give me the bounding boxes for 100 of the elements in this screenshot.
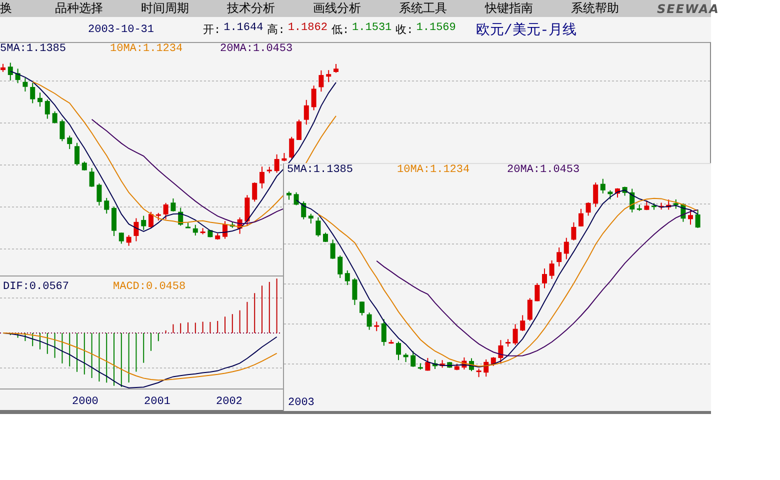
candlestick [476, 368, 482, 378]
moving-average-label: 20MA:1.0453 [507, 164, 581, 176]
candlestick [695, 209, 700, 228]
moving-average-label: 10MA:1.1234 [110, 43, 184, 55]
candlestick [410, 350, 416, 368]
candlestick [274, 154, 280, 174]
quote-value: 1.1644 [224, 22, 264, 36]
candlestick [304, 99, 309, 126]
candlestick [542, 268, 547, 289]
candlestick [564, 237, 569, 260]
candlestick [344, 270, 350, 286]
candlestick [330, 239, 336, 260]
menu-item[interactable]: 系统工具 [399, 0, 485, 17]
candlestick [512, 324, 518, 346]
candlestick [252, 182, 258, 202]
candlestick [549, 260, 554, 280]
menu-item[interactable]: 系统帮助 [571, 0, 657, 17]
candlestick [571, 222, 576, 241]
candlestick [134, 218, 139, 242]
quote-value: 1.1862 [288, 22, 328, 36]
candlestick [30, 82, 36, 104]
quote-label: 收: [396, 23, 414, 37]
moving-average-label: 5MA:1.1385 [0, 43, 68, 55]
candlestick [74, 142, 80, 166]
candlestick [141, 215, 146, 230]
candlestick [222, 220, 228, 240]
candlestick [334, 64, 338, 74]
candlestick [403, 352, 408, 363]
moving-average-label: 20MA:1.0453 [220, 43, 294, 55]
candlestick [658, 202, 664, 210]
candlestick [200, 228, 206, 235]
candlestick [323, 232, 328, 243]
candlestick [388, 339, 394, 344]
candlestick [622, 186, 628, 196]
candlestick [112, 206, 116, 236]
candlestick [230, 221, 235, 228]
candlestick [178, 207, 184, 226]
year-label: 2002 [216, 396, 244, 408]
candlestick [126, 234, 132, 246]
candlestick [374, 321, 380, 332]
candlestick [636, 204, 642, 212]
menu-item[interactable]: 技术分析 [227, 0, 313, 17]
candlestick [498, 340, 504, 364]
candlestick [556, 246, 562, 267]
candlestick [490, 356, 496, 366]
date-label: 2003-10-31 [88, 24, 156, 36]
candlestick [630, 188, 635, 213]
candlestick [666, 199, 672, 210]
candlestick [608, 190, 613, 200]
candlestick [96, 182, 102, 206]
candlestick [89, 168, 94, 188]
candlestick [44, 99, 50, 120]
candlestick [118, 232, 124, 244]
candlestick [186, 222, 190, 228]
candlestick [418, 362, 423, 370]
candlestick [338, 255, 343, 278]
candlestick [454, 364, 460, 371]
candlestick [366, 312, 372, 330]
quote-value: 1.1569 [416, 22, 456, 36]
candlestick [586, 202, 591, 216]
candlestick [469, 358, 474, 372]
menu-item[interactable]: 时间周期 [141, 0, 227, 17]
candlestick [440, 360, 445, 368]
candlestick [244, 194, 250, 226]
candlestick [237, 216, 242, 234]
candlestick [534, 282, 540, 302]
candlestick [308, 213, 314, 224]
candlestick [156, 212, 161, 221]
candlestick [82, 161, 87, 171]
candlestick [289, 136, 294, 160]
macd-label: DIF:0.0567 [3, 281, 70, 293]
candlestick [673, 198, 678, 210]
candlestick [301, 200, 306, 220]
candlestick [208, 229, 213, 238]
macd-label: MACD:0.0458 [113, 281, 187, 293]
menu-item[interactable]: 快键指南 [485, 0, 571, 17]
candlestick [163, 202, 168, 220]
candlestick [644, 200, 650, 211]
candlestick [447, 361, 452, 368]
menu-item[interactable]: 换 [0, 0, 55, 17]
candlestick [360, 301, 364, 316]
candlestick [286, 190, 292, 200]
menu-item[interactable]: 画线分析 [313, 0, 399, 17]
candlestick [8, 62, 13, 81]
candlestick [192, 224, 198, 236]
year-label: 2003 [288, 397, 316, 409]
candlestick [282, 152, 287, 162]
menu-item[interactable]: 品种选择 [55, 0, 141, 17]
year-label: 2000 [72, 396, 100, 408]
candlestick [67, 135, 72, 150]
candlestick [104, 197, 110, 214]
candlestick [170, 198, 176, 212]
candlestick [22, 78, 28, 92]
candlestick [266, 166, 272, 174]
candlestick [578, 208, 584, 227]
candlestick [316, 216, 321, 238]
quote-label: 高: [267, 22, 285, 37]
quote-label: 低: [331, 24, 350, 37]
candlestick [296, 119, 302, 140]
logo: SEEWAA [657, 2, 720, 16]
